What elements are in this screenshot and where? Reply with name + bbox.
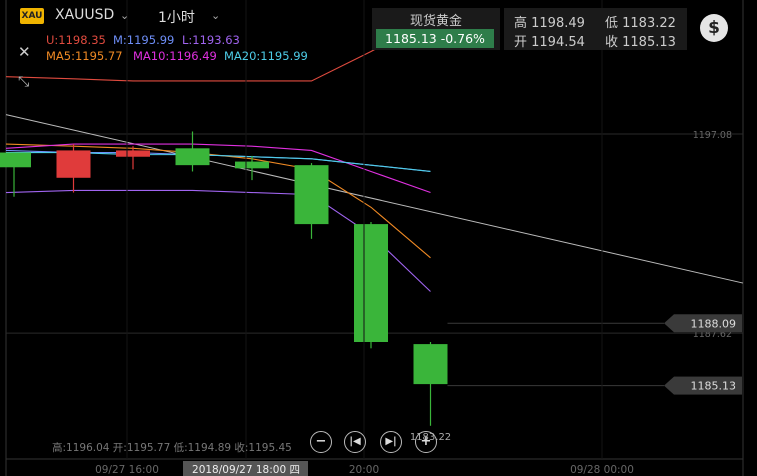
symbol-selector[interactable]: XAUUSD	[55, 7, 114, 23]
candle-body	[116, 150, 150, 157]
x-tick-label: 20:00	[349, 464, 379, 476]
period-selector[interactable]: 1小时	[158, 7, 195, 27]
instrument-name: 现货黄金	[409, 14, 462, 29]
indicator-ma5: MA5:1195.77	[46, 49, 123, 63]
candle-body	[175, 148, 210, 166]
indicator-lower: L:1193.63	[182, 33, 240, 47]
chart-area[interactable]: 1197.08 1187.62 1183.22 1188.09 1185.13 09/27…	[0, 0, 757, 476]
last-button[interactable]: ▶|	[380, 431, 402, 453]
chevron-down-icon[interactable]: ⌄	[120, 9, 129, 22]
x-tick-label: 09/28 00:00	[570, 464, 634, 476]
zoom-in-button[interactable]: +	[415, 431, 437, 453]
crosshair-ohlc: 高:1196.04 开:1195.77 低:1194.89 收:1195.45	[52, 442, 292, 454]
candle-body	[294, 165, 329, 225]
first-button[interactable]: |◀	[344, 431, 366, 453]
indicator-ma10: MA10:1196.49	[133, 49, 217, 63]
price-tag-label: 1188.09	[691, 317, 737, 330]
candle-body	[56, 150, 91, 178]
price-tag-arrow	[664, 376, 674, 395]
zoom-out-button[interactable]: −	[310, 431, 332, 453]
candlestick-chart[interactable]: 1197.081187.621183.221188.091185.1309/27…	[0, 0, 757, 476]
expand-icon[interactable]: ⤡	[18, 74, 29, 90]
y-tick-label: 1197.08	[693, 130, 732, 141]
stat-close: 收 1185.13	[605, 35, 676, 50]
close-icon[interactable]: ✕	[18, 43, 31, 61]
x-tick-label: 2018/09/27 18:00 四	[192, 464, 300, 476]
stat-low: 低 1183.22	[605, 16, 676, 31]
candle-body	[235, 161, 269, 169]
x-tick-label: 09/27 16:00	[95, 464, 159, 476]
indicator-ma20: MA20:1195.99	[224, 49, 308, 63]
candle-body	[413, 344, 448, 385]
indicator-middle: M:1195.99	[113, 33, 175, 47]
symbol-logo: XAU	[20, 8, 44, 24]
candle-body	[0, 152, 31, 168]
stat-high: 高 1198.49	[514, 16, 585, 31]
candle-body	[354, 224, 388, 342]
price-change-badge: 1185.13 -0.76%	[376, 29, 494, 48]
price-tag-arrow	[664, 314, 674, 333]
dollar-coin-icon[interactable]: $	[700, 14, 728, 42]
price-tag-label: 1185.13	[691, 380, 737, 393]
stat-open: 开 1194.54	[514, 35, 585, 50]
indicator-upper: U:1198.35	[46, 33, 106, 47]
chevron-down-icon[interactable]: ⌄	[211, 9, 220, 22]
